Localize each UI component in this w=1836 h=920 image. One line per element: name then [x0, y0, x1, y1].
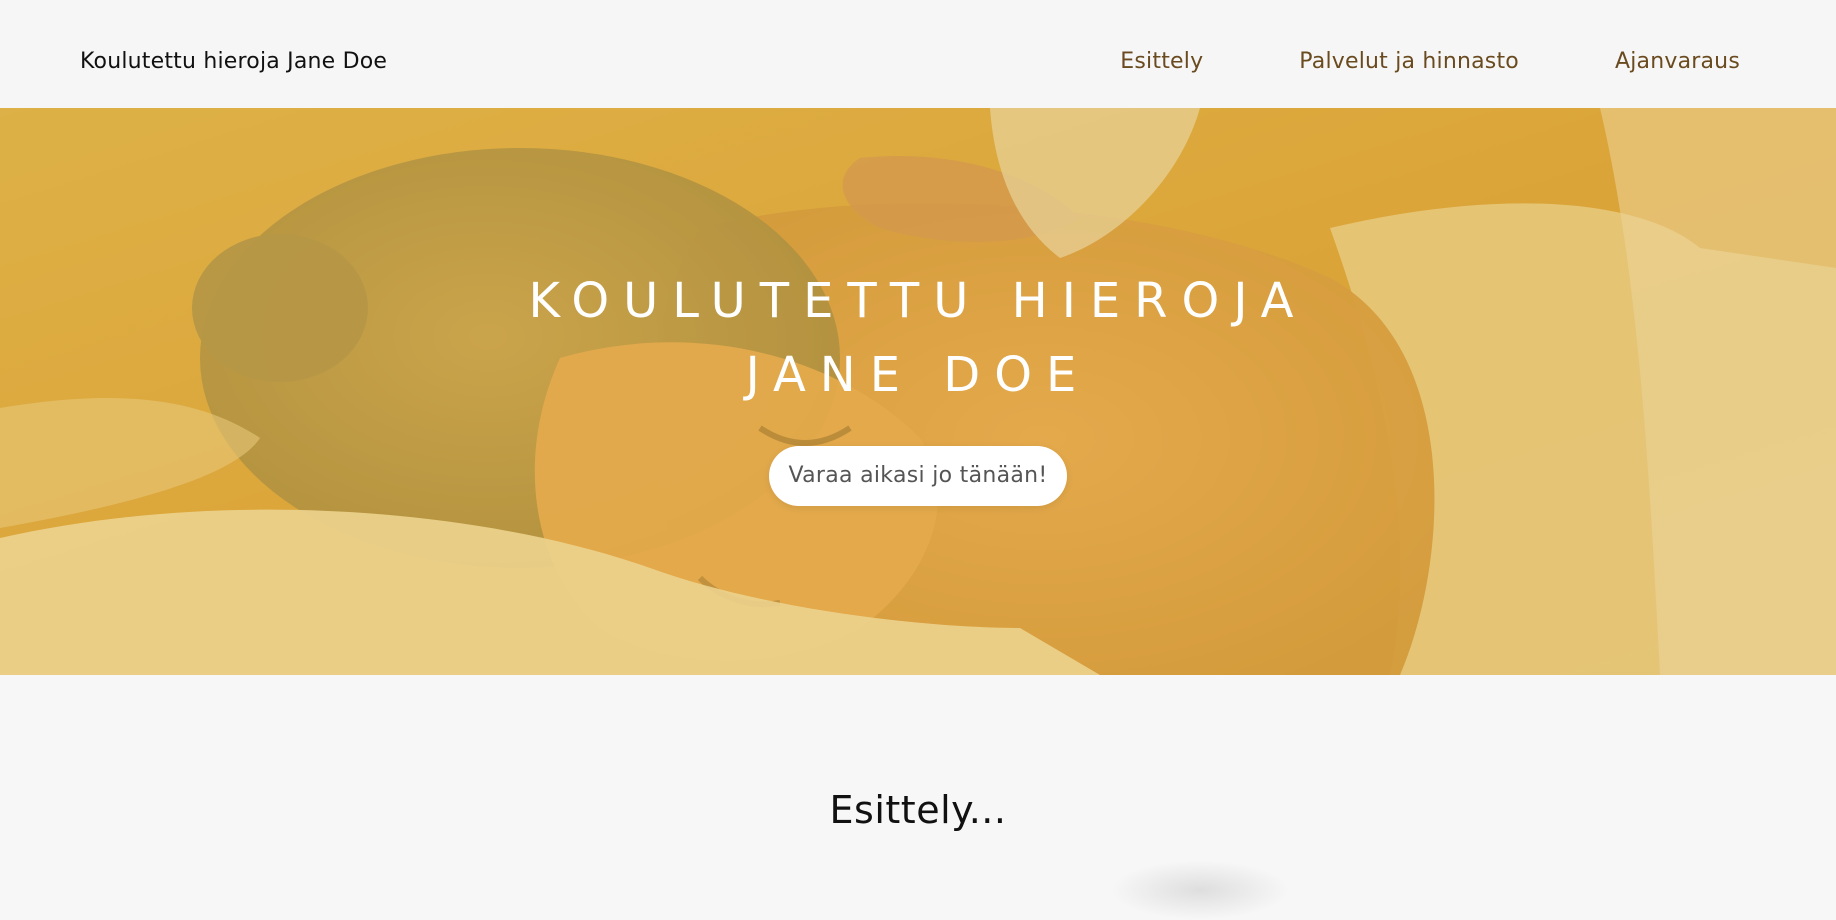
- hero-title-line-2: JANE DOE: [745, 347, 1091, 403]
- site-brand[interactable]: Koulutettu hieroja Jane Doe: [80, 48, 387, 76]
- intro-image-shadow: [1110, 860, 1290, 920]
- hero-section: KOULUTETTU HIEROJA JANE DOE Varaa aikasi…: [0, 108, 1836, 675]
- nav-link-esittely[interactable]: Esittely: [1120, 48, 1203, 76]
- hero-title: KOULUTETTU HIEROJA JANE DOE: [0, 264, 1836, 412]
- hero-title-line-1: KOULUTETTU HIEROJA: [528, 273, 1308, 329]
- intro-heading: Esittely...: [829, 788, 1007, 832]
- main-nav: Esittely Palvelut ja hinnasto Ajanvaraus: [1120, 48, 1740, 76]
- book-appointment-button[interactable]: Varaa aikasi jo tänään!: [769, 446, 1067, 506]
- site-header: Koulutettu hieroja Jane Doe Esittely Pal…: [0, 0, 1836, 108]
- nav-link-ajanvaraus[interactable]: Ajanvaraus: [1615, 48, 1740, 76]
- nav-link-palvelut[interactable]: Palvelut ja hinnasto: [1299, 48, 1519, 76]
